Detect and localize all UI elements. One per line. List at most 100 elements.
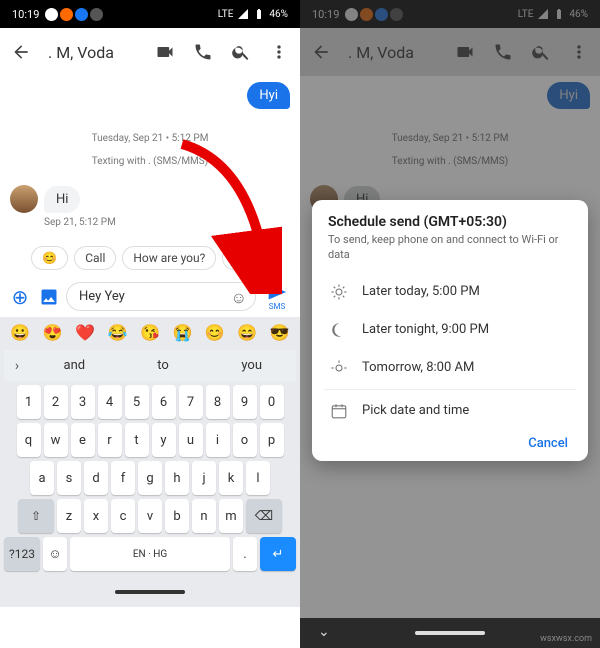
option-label: Tomorrow, 8:00 AM — [362, 360, 474, 375]
shift-key[interactable]: ⇧ — [18, 499, 54, 533]
date-separator: Tuesday, Sep 21 • 5:12 PM — [0, 133, 300, 144]
key[interactable]: m — [219, 499, 243, 533]
key[interactable]: 2 — [44, 385, 68, 419]
key[interactable]: h — [165, 461, 189, 495]
key[interactable]: d — [84, 461, 108, 495]
option-label: Later tonight, 9:00 PM — [362, 322, 489, 337]
emoji-item[interactable]: 😭 — [172, 323, 192, 342]
avatar[interactable] — [10, 185, 38, 213]
key[interactable]: z — [57, 499, 81, 533]
emoji-key[interactable]: ☺ — [43, 537, 67, 571]
texting-info: Texting with . (SMS/MMS) — [0, 156, 300, 167]
option-pick-date[interactable]: Pick date and time — [328, 392, 572, 430]
status-time: 10:19 — [12, 8, 39, 21]
key[interactable]: s — [57, 461, 81, 495]
key[interactable]: 3 — [71, 385, 95, 419]
key[interactable]: 9 — [233, 385, 257, 419]
key[interactable]: j — [192, 461, 216, 495]
option-label: Pick date and time — [362, 403, 469, 418]
chip-call[interactable]: Call — [74, 246, 116, 270]
compose-input[interactable]: Hey Yey ☺ — [66, 282, 256, 311]
phone-left: 10:19 LTE 46% . M, Voda — [0, 0, 300, 648]
prediction-word[interactable]: to — [119, 350, 208, 381]
send-button[interactable]: SMS — [262, 282, 292, 311]
key[interactable]: 0 — [260, 385, 284, 419]
option-tomorrow[interactable]: Tomorrow, 8:00 AM — [328, 349, 572, 387]
search-icon[interactable] — [230, 41, 252, 63]
key[interactable]: p — [260, 423, 284, 457]
emoji-row: 😀 😍 ❤️ 😂 😘 😭 😊 😄 😎 — [0, 317, 300, 348]
key[interactable]: i — [206, 423, 230, 457]
key[interactable]: k — [219, 461, 243, 495]
emoji-item[interactable]: 😊 — [205, 323, 225, 342]
dialog-title: Schedule send (GMT+05:30) — [328, 214, 572, 230]
key[interactable]: 8 — [206, 385, 230, 419]
key[interactable]: 7 — [179, 385, 203, 419]
option-later-today[interactable]: Later today, 5:00 PM — [328, 273, 572, 311]
key[interactable]: 1 — [17, 385, 41, 419]
key[interactable]: q — [17, 423, 41, 457]
period-key[interactable]: . — [233, 537, 257, 571]
message-in[interactable]: Hi — [44, 186, 80, 213]
backspace-key[interactable]: ⌫ — [246, 499, 282, 533]
nav-caret-icon[interactable]: ⌄ — [318, 624, 330, 640]
android-nav-bar — [0, 577, 300, 607]
emoji-picker-icon[interactable]: ☺ — [231, 288, 247, 308]
symbols-key[interactable]: ?123 — [4, 537, 40, 571]
more-icon[interactable] — [268, 41, 290, 63]
emoji-item[interactable]: 😎 — [270, 323, 290, 342]
compose-plus-icon[interactable]: ⊕ — [8, 285, 32, 309]
prediction-word[interactable]: and — [30, 350, 119, 381]
nav-pill[interactable] — [115, 590, 185, 594]
video-call-icon[interactable] — [154, 41, 176, 63]
gallery-icon[interactable] — [38, 286, 60, 308]
emoji-item[interactable]: ❤️ — [75, 323, 95, 342]
battery-icon — [253, 8, 265, 20]
key[interactable]: w — [44, 423, 68, 457]
emoji-item[interactable]: 😍 — [43, 323, 63, 342]
key[interactable]: v — [138, 499, 162, 533]
divider — [324, 389, 576, 390]
space-key[interactable]: EN · HG — [70, 537, 230, 571]
moon-icon — [330, 321, 348, 339]
key[interactable]: o — [233, 423, 257, 457]
chip-how-are-you[interactable]: How are you? — [122, 246, 216, 270]
schedule-send-dialog: Schedule send (GMT+05:30) To send, keep … — [312, 200, 588, 461]
key[interactable]: 5 — [125, 385, 149, 419]
emoji-item[interactable]: 😄 — [237, 323, 257, 342]
prediction-expand-icon[interactable]: › — [4, 358, 30, 374]
keyboard: › and to you 1 2 3 4 5 6 7 8 9 0 q w e r… — [0, 348, 300, 577]
chip-cool[interactable]: Cool — [222, 246, 268, 270]
key[interactable]: g — [138, 461, 162, 495]
conversation-title[interactable]: . M, Voda — [48, 43, 138, 62]
cancel-button[interactable]: Cancel — [528, 436, 568, 451]
emoji-item[interactable]: 😂 — [108, 323, 128, 342]
status-lte: LTE — [218, 9, 234, 20]
phone-call-icon[interactable] — [192, 41, 214, 63]
key[interactable]: b — [165, 499, 189, 533]
key[interactable]: l — [246, 461, 270, 495]
sunrise-icon — [330, 359, 348, 377]
key[interactable]: u — [179, 423, 203, 457]
key[interactable]: e — [71, 423, 95, 457]
watermark: wsxwsx.com — [540, 634, 592, 644]
prediction-word[interactable]: you — [207, 350, 296, 381]
key[interactable]: y — [152, 423, 176, 457]
emoji-item[interactable]: 😀 — [10, 323, 30, 342]
key[interactable]: t — [125, 423, 149, 457]
chip-emoji[interactable]: 😊 — [31, 246, 68, 270]
option-later-tonight[interactable]: Later tonight, 9:00 PM — [328, 311, 572, 349]
key[interactable]: 6 — [152, 385, 176, 419]
enter-key[interactable]: ↵ — [260, 537, 296, 571]
key[interactable]: n — [192, 499, 216, 533]
key[interactable]: 4 — [98, 385, 122, 419]
key[interactable]: c — [111, 499, 135, 533]
key[interactable]: a — [30, 461, 54, 495]
nav-pill[interactable] — [415, 631, 485, 635]
back-icon[interactable] — [10, 41, 32, 63]
message-out[interactable]: Hyi — [247, 82, 290, 109]
emoji-item[interactable]: 😘 — [140, 323, 160, 342]
key[interactable]: f — [111, 461, 135, 495]
key[interactable]: r — [98, 423, 122, 457]
key[interactable]: x — [84, 499, 108, 533]
